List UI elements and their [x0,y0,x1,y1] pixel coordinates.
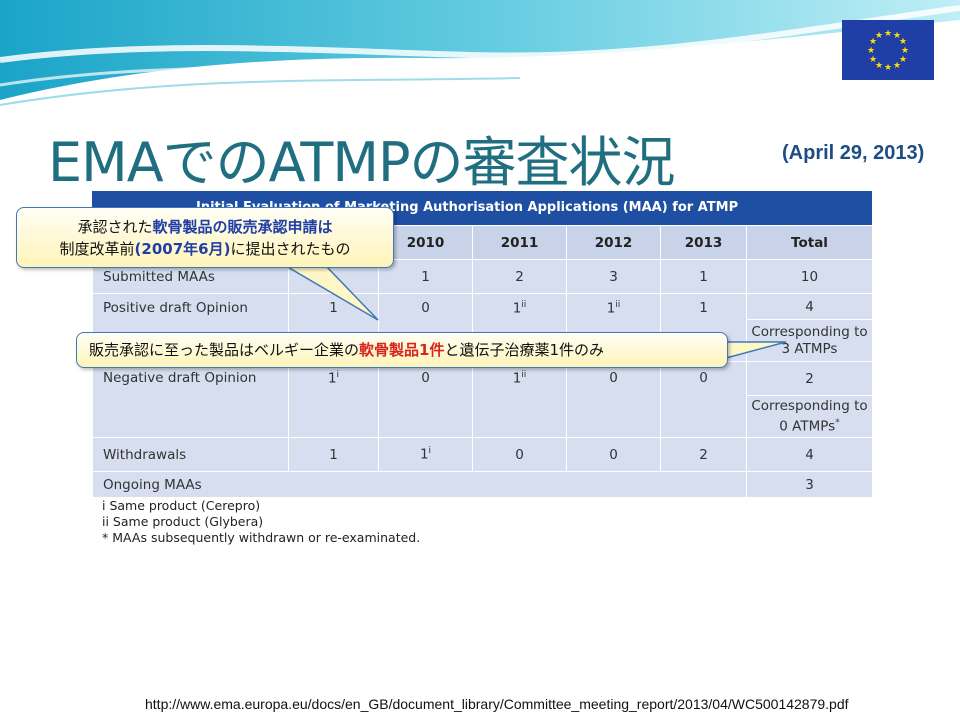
callout-highlight: 軟骨製品1件 [359,341,445,359]
footnote-mark: i [336,370,340,380]
slide-date: (April 29, 2013) [782,142,925,164]
table-cell: 3 [746,471,873,498]
svg-text:★: ★ [884,63,892,73]
header-year: 2013 [660,225,747,260]
callout-line: 承認された軟骨製品の販売承認申請は [17,216,393,238]
eu-flag-icon: ★ ★ ★ ★ ★ ★ ★ ★ ★ ★ ★ ★ [842,20,934,80]
svg-text:★: ★ [884,29,892,39]
source-url: http://www.ema.europa.eu/docs/en_GB/docu… [145,696,849,712]
callout-text: 販売承認に至った製品はベルギー企業の [89,341,360,359]
footnote-mark: ii [521,300,527,310]
svg-text:★: ★ [867,46,875,56]
corresponding-cell: Corresponding to 3 ATMPs [746,319,873,362]
row-label: Withdrawals [92,437,289,472]
table-cell: 2 [472,259,567,294]
table-cell: 0 [566,437,661,472]
svg-text:★: ★ [893,61,901,71]
cell-value: 1 [512,370,522,387]
corresponding-cell: Corresponding to 0 ATMPs* [746,395,873,438]
table-cell: 10 [746,259,873,294]
table-cell: 2 [746,361,873,396]
table-cell: 3 [566,259,661,294]
table-cell: 0 [378,361,473,438]
table-cell: 1 [378,259,473,294]
footnote-mark: * [835,417,840,428]
table-cell: 4 [746,293,873,320]
callout-line: 制度改革前(2007年6月)に提出されたもの [17,238,393,260]
table-cell: 1 [660,259,747,294]
table-cell: 0 [566,361,661,438]
header-year: 2011 [472,225,567,260]
table-cell: 1 [288,437,379,472]
footnote: i Same product (Cerepro) [102,498,261,513]
callout-highlight: 軟骨製品の販売承認申請は [152,218,333,236]
cell-value: Corresponding to 0 ATMPs [751,397,868,435]
header-year: 2012 [566,225,661,260]
table-cell: 0 [472,437,567,472]
callout-text: に提出されたもの [230,240,351,258]
header-total: Total [746,225,873,260]
approval-callout: 承認された軟骨製品の販売承認申請は 制度改革前(2007年6月)に提出されたもの [16,207,394,268]
table-cell: 4 [746,437,873,472]
footnote: * MAAs subsequently withdrawn or re-exam… [102,530,421,545]
svg-text:★: ★ [875,31,883,41]
callout-text: 制度改革前 [59,240,135,258]
table-footnotes: i Same product (Cerepro) ii Same product… [102,498,420,546]
table-row: Ongoing MAAs 3 [92,471,873,498]
table-cell: 1i [288,361,379,438]
callout-text: と遺伝子治療薬1件のみ [444,341,605,359]
header-wave-decoration [0,0,960,106]
cell-value: 1 [606,300,616,317]
callout-highlight: (2007年6月) [134,240,231,258]
callout-text: 承認された [77,218,153,236]
slide-title: EMAでのATMPの審査状況 [48,131,676,194]
row-label: Negative draft Opinion [92,361,289,438]
table-cell: 0 [660,361,747,438]
footnote: ii Same product (Glybera) [102,514,264,529]
footnote-mark: i [428,446,432,457]
table-row: Withdrawals 1 1i 0 0 2 4 [92,437,873,472]
footnote-mark: ii [521,370,527,380]
table-cell: 2 [660,437,747,472]
cell-value: 1 [327,370,337,387]
svg-text:★: ★ [869,55,877,65]
footnote-mark: ii [615,300,621,310]
table-row: Positive draft Opinion 1 0 1ii 1ii 1 4 [92,293,873,362]
cell-value: 1 [512,300,522,317]
table-cell: 1i [378,437,473,472]
cell-value: 1 [419,446,429,463]
row-label: Ongoing MAAs [92,471,747,498]
products-callout: 販売承認に至った製品はベルギー企業の軟骨製品1件と遺伝子治療薬1件のみ [76,332,728,368]
table-cell: 1ii [472,361,567,438]
